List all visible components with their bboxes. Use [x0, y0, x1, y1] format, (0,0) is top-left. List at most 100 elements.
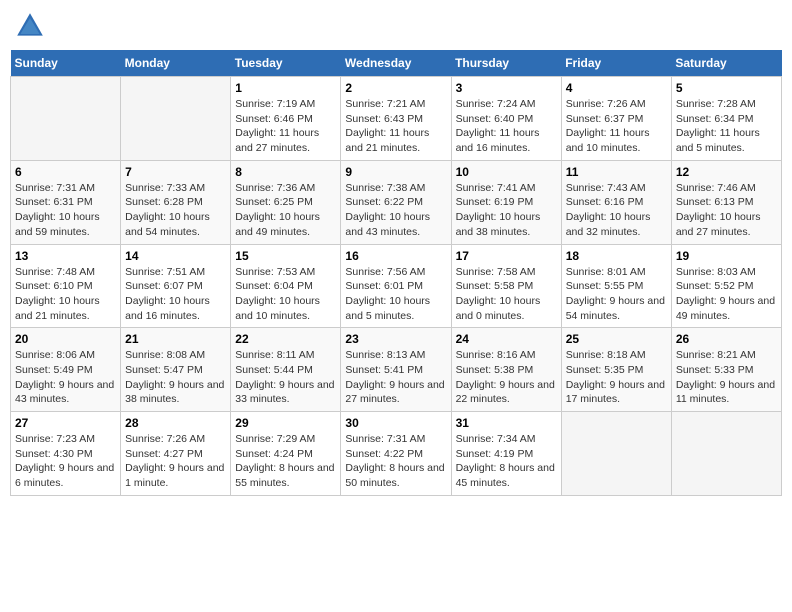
- calendar-cell: 5 Sunrise: 7:28 AMSunset: 6:34 PMDaylight…: [671, 77, 781, 161]
- day-number: 4: [566, 81, 667, 95]
- day-number: 27: [15, 416, 116, 430]
- calendar-week-row: 6Sunrise: 7:31 AMSunset: 6:31 PMDaylight…: [11, 160, 782, 244]
- calendar-cell: 20 Sunrise: 8:06 AMSunset: 5:49 PMDayligh…: [11, 328, 121, 412]
- calendar-cell: 18 Sunrise: 8:01 AMSunset: 5:55 PMDayligh…: [561, 244, 671, 328]
- calendar-cell: 2 Sunrise: 7:21 AMSunset: 6:43 PMDaylight…: [341, 77, 451, 161]
- calendar-cell: 7Sunrise: 7:33 AMSunset: 6:28 PMDaylight…: [121, 160, 231, 244]
- day-info: Sunrise: 8:16 AMSunset: 5:38 PMDaylight:…: [456, 348, 557, 407]
- calendar-week-row: 27 Sunrise: 7:23 AMSunset: 4:30 PMDayligh…: [11, 412, 782, 496]
- day-info: Sunrise: 8:03 AMSunset: 5:52 PMDaylight:…: [676, 265, 777, 324]
- day-number: 20: [15, 332, 116, 346]
- logo: [14, 10, 50, 42]
- day-number: 26: [676, 332, 777, 346]
- day-info: Sunrise: 7:26 AMSunset: 4:27 PMDaylight:…: [125, 432, 226, 491]
- day-of-week-header: Monday: [121, 50, 231, 77]
- calendar-cell: 10Sunrise: 7:41 AMSunset: 6:19 PMDayligh…: [451, 160, 561, 244]
- day-info: Sunrise: 7:43 AMSunset: 6:16 PMDaylight:…: [566, 181, 667, 240]
- calendar-week-row: 13 Sunrise: 7:48 AMSunset: 6:10 PMDayligh…: [11, 244, 782, 328]
- calendar-header-row: SundayMondayTuesdayWednesdayThursdayFrid…: [11, 50, 782, 77]
- day-number: 8: [235, 165, 336, 179]
- day-of-week-header: Wednesday: [341, 50, 451, 77]
- day-number: 10: [456, 165, 557, 179]
- day-info: Sunrise: 7:26 AMSunset: 6:37 PMDaylight:…: [566, 97, 667, 156]
- day-info: Sunrise: 7:48 AMSunset: 6:10 PMDaylight:…: [15, 265, 116, 324]
- logo-icon: [14, 10, 46, 42]
- day-number: 15: [235, 249, 336, 263]
- day-info: Sunrise: 7:31 AMSunset: 4:22 PMDaylight:…: [345, 432, 446, 491]
- calendar-cell: 30 Sunrise: 7:31 AMSunset: 4:22 PMDayligh…: [341, 412, 451, 496]
- day-info: Sunrise: 7:51 AMSunset: 6:07 PMDaylight:…: [125, 265, 226, 324]
- calendar-cell: 13 Sunrise: 7:48 AMSunset: 6:10 PMDayligh…: [11, 244, 121, 328]
- calendar-cell: 15Sunrise: 7:53 AMSunset: 6:04 PMDayligh…: [231, 244, 341, 328]
- day-number: 18: [566, 249, 667, 263]
- day-of-week-header: Friday: [561, 50, 671, 77]
- calendar-cell: 3 Sunrise: 7:24 AMSunset: 6:40 PMDaylight…: [451, 77, 561, 161]
- calendar-week-row: 1Sunrise: 7:19 AMSunset: 6:46 PMDaylight…: [11, 77, 782, 161]
- day-info: Sunrise: 8:18 AMSunset: 5:35 PMDaylight:…: [566, 348, 667, 407]
- calendar-cell: [671, 412, 781, 496]
- day-info: Sunrise: 7:33 AMSunset: 6:28 PMDaylight:…: [125, 181, 226, 240]
- calendar-cell: 8Sunrise: 7:36 AMSunset: 6:25 PMDaylight…: [231, 160, 341, 244]
- calendar-table: SundayMondayTuesdayWednesdayThursdayFrid…: [10, 50, 782, 496]
- calendar-cell: 25Sunrise: 8:18 AMSunset: 5:35 PMDayligh…: [561, 328, 671, 412]
- day-number: 30: [345, 416, 446, 430]
- day-info: Sunrise: 7:28 AMSunset: 6:34 PMDaylight:…: [676, 97, 777, 156]
- calendar-cell: 19 Sunrise: 8:03 AMSunset: 5:52 PMDayligh…: [671, 244, 781, 328]
- day-info: Sunrise: 8:11 AMSunset: 5:44 PMDaylight:…: [235, 348, 336, 407]
- calendar-cell: 22 Sunrise: 8:11 AMSunset: 5:44 PMDayligh…: [231, 328, 341, 412]
- day-info: Sunrise: 7:56 AMSunset: 6:01 PMDaylight:…: [345, 265, 446, 324]
- day-number: 24: [456, 332, 557, 346]
- day-number: 11: [566, 165, 667, 179]
- day-of-week-header: Saturday: [671, 50, 781, 77]
- day-number: 9: [345, 165, 446, 179]
- day-number: 3: [456, 81, 557, 95]
- day-number: 5: [676, 81, 777, 95]
- day-number: 23: [345, 332, 446, 346]
- day-of-week-header: Sunday: [11, 50, 121, 77]
- day-info: Sunrise: 8:13 AMSunset: 5:41 PMDaylight:…: [345, 348, 446, 407]
- calendar-cell: 21 Sunrise: 8:08 AMSunset: 5:47 PMDayligh…: [121, 328, 231, 412]
- calendar-cell: [11, 77, 121, 161]
- calendar-cell: 11 Sunrise: 7:43 AMSunset: 6:16 PMDayligh…: [561, 160, 671, 244]
- day-info: Sunrise: 7:29 AMSunset: 4:24 PMDaylight:…: [235, 432, 336, 491]
- day-number: 2: [345, 81, 446, 95]
- day-of-week-header: Thursday: [451, 50, 561, 77]
- calendar-body: 1Sunrise: 7:19 AMSunset: 6:46 PMDaylight…: [11, 77, 782, 496]
- calendar-cell: 31 Sunrise: 7:34 AMSunset: 4:19 PMDayligh…: [451, 412, 561, 496]
- calendar-cell: 6Sunrise: 7:31 AMSunset: 6:31 PMDaylight…: [11, 160, 121, 244]
- day-info: Sunrise: 7:38 AMSunset: 6:22 PMDaylight:…: [345, 181, 446, 240]
- calendar-cell: 12 Sunrise: 7:46 AMSunset: 6:13 PMDayligh…: [671, 160, 781, 244]
- day-number: 29: [235, 416, 336, 430]
- day-info: Sunrise: 7:46 AMSunset: 6:13 PMDaylight:…: [676, 181, 777, 240]
- day-of-week-header: Tuesday: [231, 50, 341, 77]
- calendar-cell: 26 Sunrise: 8:21 AMSunset: 5:33 PMDayligh…: [671, 328, 781, 412]
- day-number: 12: [676, 165, 777, 179]
- calendar-week-row: 20 Sunrise: 8:06 AMSunset: 5:49 PMDayligh…: [11, 328, 782, 412]
- day-info: Sunrise: 8:08 AMSunset: 5:47 PMDaylight:…: [125, 348, 226, 407]
- day-number: 31: [456, 416, 557, 430]
- day-info: Sunrise: 7:34 AMSunset: 4:19 PMDaylight:…: [456, 432, 557, 491]
- calendar-cell: [121, 77, 231, 161]
- day-info: Sunrise: 7:31 AMSunset: 6:31 PMDaylight:…: [15, 181, 116, 240]
- calendar-cell: 1Sunrise: 7:19 AMSunset: 6:46 PMDaylight…: [231, 77, 341, 161]
- day-number: 17: [456, 249, 557, 263]
- day-number: 1: [235, 81, 336, 95]
- day-info: Sunrise: 8:21 AMSunset: 5:33 PMDaylight:…: [676, 348, 777, 407]
- page-header: [10, 10, 782, 42]
- calendar-cell: 9 Sunrise: 7:38 AMSunset: 6:22 PMDaylight…: [341, 160, 451, 244]
- day-info: Sunrise: 7:21 AMSunset: 6:43 PMDaylight:…: [345, 97, 446, 156]
- day-info: Sunrise: 7:24 AMSunset: 6:40 PMDaylight:…: [456, 97, 557, 156]
- calendar-cell: 17Sunrise: 7:58 AMSunset: 5:58 PMDayligh…: [451, 244, 561, 328]
- day-info: Sunrise: 7:23 AMSunset: 4:30 PMDaylight:…: [15, 432, 116, 491]
- day-number: 21: [125, 332, 226, 346]
- day-number: 22: [235, 332, 336, 346]
- calendar-cell: 23 Sunrise: 8:13 AMSunset: 5:41 PMDayligh…: [341, 328, 451, 412]
- calendar-cell: 28Sunrise: 7:26 AMSunset: 4:27 PMDayligh…: [121, 412, 231, 496]
- calendar-cell: 29 Sunrise: 7:29 AMSunset: 4:24 PMDayligh…: [231, 412, 341, 496]
- day-number: 19: [676, 249, 777, 263]
- day-info: Sunrise: 8:06 AMSunset: 5:49 PMDaylight:…: [15, 348, 116, 407]
- day-number: 13: [15, 249, 116, 263]
- day-number: 14: [125, 249, 226, 263]
- day-info: Sunrise: 8:01 AMSunset: 5:55 PMDaylight:…: [566, 265, 667, 324]
- calendar-cell: 27 Sunrise: 7:23 AMSunset: 4:30 PMDayligh…: [11, 412, 121, 496]
